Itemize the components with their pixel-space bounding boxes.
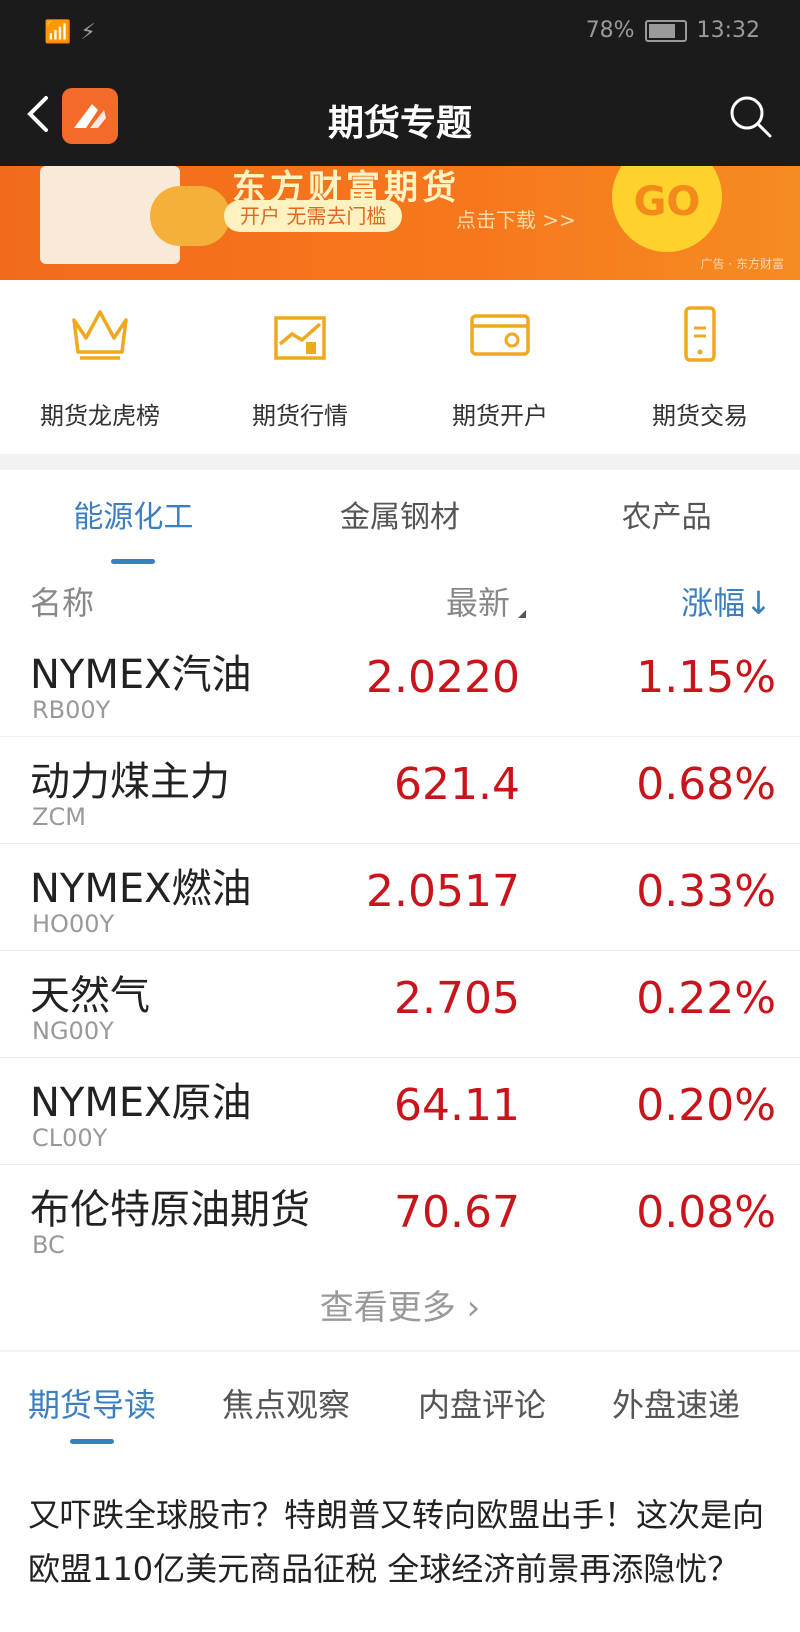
contract-name: 布伦特原油期货 bbox=[30, 1187, 310, 1233]
ad-label: 广告 · 东方财富 bbox=[700, 257, 784, 271]
contract-code: ZCM bbox=[32, 803, 86, 831]
tab-energy-chemical[interactable]: 能源化工 bbox=[0, 470, 267, 564]
banner-pill: 开户 无需去门槛 bbox=[224, 200, 403, 232]
table-row[interactable]: NYMEX汽油 RB00Y 2.0220 1.15% bbox=[0, 630, 800, 737]
chart-icon bbox=[274, 316, 326, 360]
contract-code: RB00Y bbox=[32, 696, 111, 724]
change-percent: 0.22% bbox=[636, 973, 776, 1024]
table-header: 名称 最新 涨幅↓ bbox=[0, 570, 800, 630]
change-percent: 0.20% bbox=[636, 1080, 776, 1131]
card-icon bbox=[470, 314, 530, 356]
contract-code: HO00Y bbox=[32, 910, 115, 938]
tab-metals[interactable]: 金属钢材 bbox=[267, 470, 534, 560]
table-row[interactable]: 天然气 NG00Y 2.705 0.22% bbox=[0, 951, 800, 1058]
change-percent: 0.08% bbox=[636, 1187, 776, 1238]
banner-go-button[interactable]: GO bbox=[612, 166, 722, 252]
latest-price: 2.0220 bbox=[366, 652, 520, 703]
quick-label: 期货交易 bbox=[652, 402, 748, 430]
header-name: 名称 bbox=[30, 584, 95, 622]
latest-price: 2.705 bbox=[394, 973, 520, 1024]
tab-agriculture[interactable]: 农产品 bbox=[533, 470, 800, 560]
tab-label: 能源化工 bbox=[73, 500, 194, 535]
latest-price: 64.11 bbox=[394, 1080, 520, 1131]
contract-name: 天然气 bbox=[30, 973, 150, 1019]
battery-percent: 78% bbox=[585, 18, 635, 43]
view-more-link[interactable]: 查看更多 › bbox=[0, 1280, 800, 1329]
phone-trade-icon bbox=[684, 306, 716, 362]
tab-futures-guide[interactable]: 期货导读 bbox=[28, 1380, 156, 1444]
quick-item-trade[interactable]: 期货交易 bbox=[600, 280, 800, 454]
contract-name: NYMEX燃油 bbox=[30, 866, 252, 912]
quick-item-account[interactable]: 期货开户 bbox=[400, 280, 600, 454]
crown-icon bbox=[72, 310, 128, 360]
change-percent: 1.15% bbox=[636, 652, 776, 703]
table-row[interactable]: NYMEX原油 CL00Y 64.11 0.20% bbox=[0, 1058, 800, 1165]
quick-item-rank[interactable]: 期货龙虎榜 bbox=[0, 280, 200, 454]
tab-label: 农产品 bbox=[621, 500, 712, 535]
battery-icon bbox=[644, 19, 687, 42]
search-icon[interactable] bbox=[726, 92, 774, 140]
quote-list: NYMEX汽油 RB00Y 2.0220 1.15% 动力煤主力 ZCM 621… bbox=[0, 630, 800, 1271]
quick-menu: 期货龙虎榜 期货行情 期货开户 期货交易 bbox=[0, 280, 800, 454]
top-nav: 期货专题 bbox=[0, 66, 800, 166]
change-percent: 0.33% bbox=[636, 866, 776, 917]
tab-focus[interactable]: 焦点观察 bbox=[222, 1380, 350, 1426]
market-panel: 能源化工 金属钢材 农产品 名称 最新 涨幅↓ NYMEX汽油 RB00Y 2.… bbox=[0, 470, 800, 1350]
latest-price: 2.0517 bbox=[366, 866, 520, 917]
latest-price: 621.4 bbox=[394, 759, 520, 810]
table-row[interactable]: 布伦特原油期货 BC 70.67 0.08% bbox=[0, 1165, 800, 1271]
signal-indicator: 📶 ⚡ bbox=[44, 20, 97, 45]
contract-code: BC bbox=[32, 1231, 65, 1259]
contract-name: 动力煤主力 bbox=[30, 759, 230, 805]
table-row[interactable]: NYMEX燃油 HO00Y 2.0517 0.33% bbox=[0, 844, 800, 951]
category-tabs: 能源化工 金属钢材 农产品 bbox=[0, 470, 800, 564]
contract-code: CL00Y bbox=[32, 1124, 108, 1152]
contract-name: NYMEX汽油 bbox=[30, 652, 252, 698]
table-row[interactable]: 动力煤主力 ZCM 621.4 0.68% bbox=[0, 737, 800, 844]
latest-price: 70.67 bbox=[394, 1187, 520, 1238]
status-bar: 📶 ⚡ 78% 13:32 bbox=[0, 0, 800, 66]
tab-label: 金属钢材 bbox=[340, 500, 460, 535]
contract-name: NYMEX原油 bbox=[30, 1080, 252, 1126]
banner-sub: 点击下载 >> bbox=[456, 208, 576, 232]
header-latest[interactable]: 最新 bbox=[446, 578, 527, 624]
promo-banner[interactable]: 东方财富期货 开户 无需去门槛 点击下载 >> GO 广告 · 东方财富 bbox=[0, 166, 800, 280]
quick-label: 期货行情 bbox=[252, 402, 348, 430]
clock: 13:32 bbox=[696, 18, 760, 43]
news-panel: 期货导读 焦点观察 内盘评论 外盘速递 又吓跌全球股市？特朗普又转向欧盟出手！这… bbox=[0, 1352, 800, 1632]
quick-item-quotes[interactable]: 期货行情 bbox=[200, 280, 400, 454]
contract-code: NG00Y bbox=[32, 1017, 114, 1045]
tab-domestic-review[interactable]: 内盘评论 bbox=[418, 1380, 546, 1426]
quick-label: 期货龙虎榜 bbox=[40, 402, 160, 430]
news-headline[interactable]: 又吓跌全球股市？特朗普又转向欧盟出手！这次是向欧盟110亿美元商品征税 全球经济… bbox=[28, 1488, 768, 1596]
change-percent: 0.68% bbox=[636, 759, 776, 810]
status-right: 78% 13:32 bbox=[586, 18, 760, 43]
quick-label: 期货开户 bbox=[452, 402, 548, 430]
header-change[interactable]: 涨幅↓ bbox=[681, 578, 772, 624]
tab-overseas-news[interactable]: 外盘速递 bbox=[612, 1380, 740, 1426]
banner-graphic bbox=[150, 186, 230, 246]
page-title: 期货专题 bbox=[327, 103, 472, 144]
news-tabs: 期货导读 焦点观察 内盘评论 外盘速递 bbox=[0, 1352, 800, 1448]
